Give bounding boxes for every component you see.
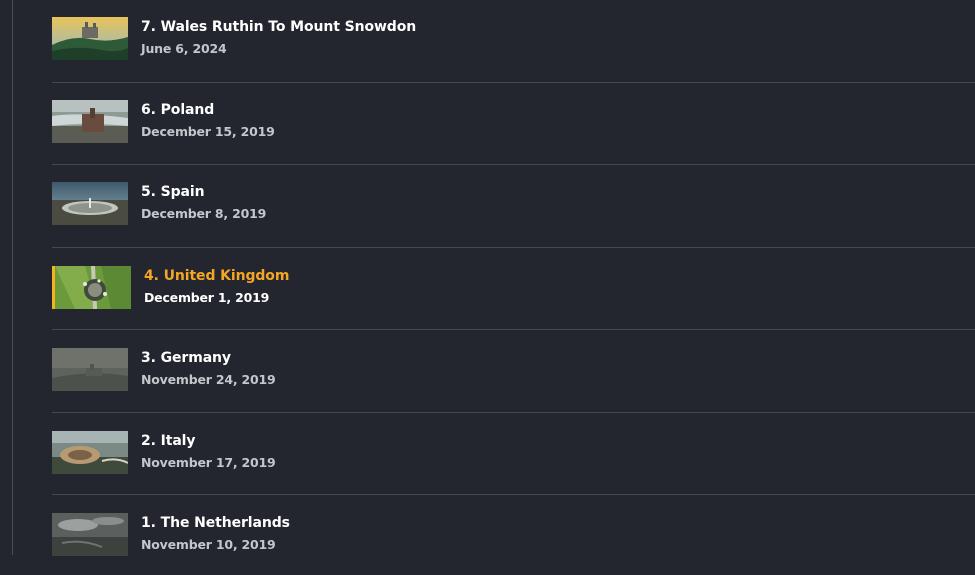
episode-title[interactable]: 2. Italy: [141, 432, 276, 450]
episode-meta: 5. Spain December 8, 2019: [141, 183, 266, 222]
solar-field-image[interactable]: [52, 182, 128, 225]
episode-title[interactable]: 1. The Netherlands: [141, 514, 290, 532]
episode-item-3[interactable]: 3. Germany November 24, 2019: [52, 330, 975, 413]
cloudy-landscape-image[interactable]: [52, 513, 128, 556]
episode-date: December 1, 2019: [144, 289, 270, 305]
foggy-ruins-image[interactable]: [52, 348, 128, 391]
episode-title[interactable]: 4. United Kingdom: [144, 267, 289, 285]
episode-meta: 3. Germany November 24, 2019: [141, 349, 276, 388]
episode-meta: 7. Wales Ruthin To Mount Snowdon June 6,…: [141, 18, 416, 57]
episode-item-7[interactable]: 7. Wales Ruthin To Mount Snowdon June 6,…: [52, 0, 975, 83]
episode-item-5[interactable]: 5. Spain December 8, 2019: [52, 165, 975, 248]
episode-meta: 1. The Netherlands November 10, 2019: [141, 514, 290, 553]
episode-date: November 17, 2019: [141, 454, 276, 470]
episode-title[interactable]: 3. Germany: [141, 349, 276, 367]
episode-item-4-active[interactable]: 4. United Kingdom December 1, 2019: [52, 248, 975, 330]
colosseum-image[interactable]: [52, 430, 128, 474]
episode-date: June 6, 2024: [141, 41, 227, 56]
episode-list: 7. Wales Ruthin To Mount Snowdon June 6,…: [52, 0, 975, 575]
stone-circle-aerial-image[interactable]: [55, 265, 131, 309]
episode-meta: 4. United Kingdom December 1, 2019: [144, 267, 289, 306]
episode-title[interactable]: 6. Poland: [141, 101, 275, 119]
episode-title[interactable]: 5. Spain: [141, 183, 266, 201]
castle-on-hill-image[interactable]: [52, 17, 128, 60]
episode-date: November 24, 2019: [141, 372, 276, 387]
episode-item-6[interactable]: 6. Poland December 15, 2019: [52, 83, 975, 165]
episode-date: December 15, 2019: [141, 123, 275, 139]
left-divider-line: [12, 0, 13, 555]
episode-item-1[interactable]: 1. The Netherlands November 10, 2019: [52, 495, 975, 575]
river-castle-image[interactable]: [52, 99, 128, 143]
episode-meta: 2. Italy November 17, 2019: [141, 432, 276, 471]
episode-title[interactable]: 7. Wales Ruthin To Mount Snowdon: [141, 18, 416, 36]
episode-date: November 10, 2019: [141, 537, 276, 552]
episode-meta: 6. Poland December 15, 2019: [141, 101, 275, 140]
episode-date: December 8, 2019: [141, 206, 267, 221]
episode-item-2[interactable]: 2. Italy November 17, 2019: [52, 413, 975, 495]
